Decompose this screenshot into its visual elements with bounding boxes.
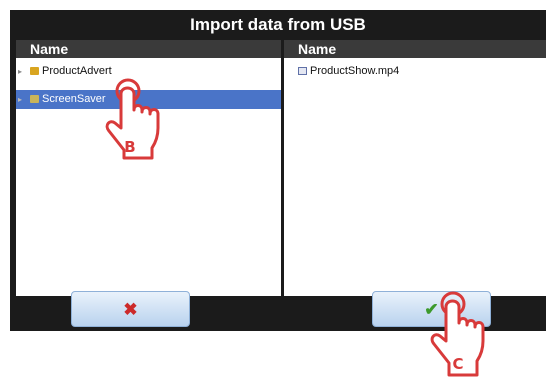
- list-item-productshow[interactable]: ProductShow.mp4: [284, 62, 546, 81]
- import-dialog: Import data from USB Name ▸ ProductAdver…: [10, 10, 546, 331]
- item-label: ProductShow.mp4: [310, 65, 400, 77]
- callout-label-c: C: [452, 355, 463, 373]
- file-pane: Name ProductShow.mp4: [284, 40, 546, 296]
- item-label: ScreenSaver: [42, 93, 106, 105]
- expand-arrow-icon[interactable]: ▸: [18, 90, 22, 109]
- file-pane-header[interactable]: Name: [284, 40, 546, 58]
- expand-arrow-icon[interactable]: ▸: [18, 62, 22, 81]
- close-icon: ✖: [123, 300, 138, 319]
- tap-hand-icon-b: B: [105, 78, 160, 160]
- video-file-icon: [298, 67, 307, 75]
- tap-hand-icon-c: C: [430, 291, 485, 377]
- folder-pane-header[interactable]: Name: [16, 40, 281, 58]
- callout-label-b: B: [124, 138, 135, 156]
- cancel-button[interactable]: ✖: [71, 291, 190, 327]
- folder-icon: [30, 67, 39, 75]
- dialog-title: Import data from USB: [190, 15, 366, 34]
- folder-icon: [30, 95, 39, 103]
